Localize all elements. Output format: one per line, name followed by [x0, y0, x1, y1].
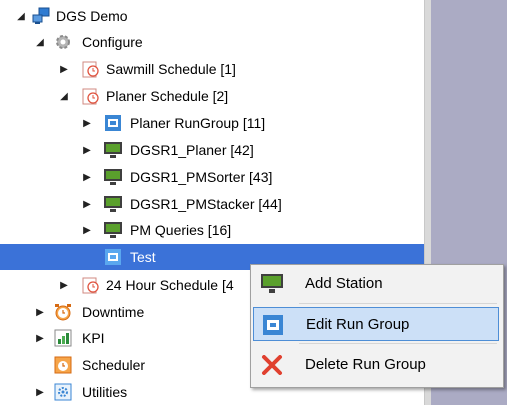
schedule-clock-icon: [82, 277, 99, 294]
station-monitor-icon: [261, 274, 283, 293]
station-monitor-icon: [104, 142, 122, 158]
tree-node-dgs-demo[interactable]: ◢ DGS Demo: [0, 3, 424, 29]
tree-node-label: Planer RunGroup [11]: [130, 115, 266, 131]
schedule-clock-icon: [82, 61, 99, 78]
tree-node-dgsr1-pmstacker[interactable]: ▶ DGSR1_PMStacker [44]: [0, 191, 424, 217]
tree-node-label: Test: [130, 249, 156, 265]
expanded-toggle-icon[interactable]: ◢: [14, 3, 28, 29]
tree-node-label: PM Queries [16]: [130, 222, 232, 238]
collapsed-toggle-icon[interactable]: ▶: [80, 191, 94, 217]
collapsed-toggle-icon[interactable]: ▶: [33, 325, 47, 351]
expanded-toggle-icon[interactable]: ◢: [33, 29, 47, 55]
tree-node-label: DGSR1_PMStacker [44]: [130, 196, 282, 212]
context-menu: Add Station Edit Run Group Delete Run Gr…: [250, 264, 504, 388]
tree-node-label: Scheduler: [82, 357, 146, 373]
tree-node-label: Planer Schedule [2]: [106, 88, 229, 104]
tree-node-label: Configure: [82, 34, 143, 50]
collapsed-toggle-icon[interactable]: ▶: [33, 379, 47, 405]
schedule-clock-icon: [82, 88, 99, 105]
menu-item-add-station[interactable]: Add Station: [253, 267, 499, 301]
tree-node-pm-queries[interactable]: ▶ PM Queries [16]: [0, 217, 424, 243]
collapsed-toggle-icon[interactable]: ▶: [80, 137, 94, 163]
station-monitor-icon: [104, 222, 122, 238]
menu-item-label: Add Station: [305, 275, 383, 292]
tree-node-label: KPI: [82, 330, 105, 346]
menu-item-label: Delete Run Group: [305, 356, 426, 373]
tree-node-configure[interactable]: ◢ Configure: [0, 29, 424, 55]
menu-item-delete-run-group[interactable]: Delete Run Group: [253, 348, 499, 382]
tree-node-label: Sawmill Schedule [1]: [106, 61, 236, 77]
menu-separator: [299, 303, 497, 304]
collapsed-toggle-icon[interactable]: ▶: [57, 272, 71, 298]
delete-x-icon: [262, 355, 282, 375]
collapsed-toggle-icon[interactable]: ▶: [33, 299, 47, 325]
collapsed-toggle-icon[interactable]: ▶: [80, 217, 94, 243]
run-group-icon: [105, 115, 121, 131]
tree-node-label: 24 Hour Schedule [4: [106, 277, 234, 293]
utilities-icon: [54, 383, 72, 401]
menu-item-label: Edit Run Group: [306, 316, 410, 333]
station-monitor-icon: [104, 169, 122, 185]
collapsed-toggle-icon[interactable]: ▶: [80, 110, 94, 136]
tree-node-label: DGSR1_Planer [42]: [130, 142, 254, 158]
menu-item-edit-run-group[interactable]: Edit Run Group: [253, 307, 499, 341]
menu-separator: [299, 343, 497, 344]
tree-node-dgsr1-planer[interactable]: ▶ DGSR1_Planer [42]: [0, 137, 424, 163]
tree-node-dgsr1-pmsorter[interactable]: ▶ DGSR1_PMSorter [43]: [0, 164, 424, 190]
kpi-chart-icon: [54, 329, 72, 347]
tree-node-planer-schedule[interactable]: ◢ Planer Schedule [2]: [0, 83, 424, 109]
tree-node-planer-rungroup[interactable]: ▶ Planer RunGroup [11]: [0, 110, 424, 136]
gear-icon: [56, 35, 70, 49]
tree-node-sawmill-schedule[interactable]: ▶ Sawmill Schedule [1]: [0, 56, 424, 82]
run-group-icon: [105, 249, 121, 265]
tree-node-label: Downtime: [82, 304, 145, 320]
scheduler-clock-icon: [54, 356, 72, 374]
expanded-toggle-icon[interactable]: ◢: [57, 83, 71, 109]
collapsed-toggle-icon[interactable]: ▶: [80, 164, 94, 190]
alarm-clock-icon: [55, 304, 71, 321]
station-monitor-icon: [104, 196, 122, 212]
network-icon: [32, 7, 50, 24]
collapsed-toggle-icon[interactable]: ▶: [57, 56, 71, 82]
tree-node-label: DGS Demo: [56, 8, 128, 24]
tree-node-label: DGSR1_PMSorter [43]: [130, 169, 273, 185]
tree-node-label: Utilities: [82, 384, 128, 400]
run-group-icon: [263, 315, 283, 335]
